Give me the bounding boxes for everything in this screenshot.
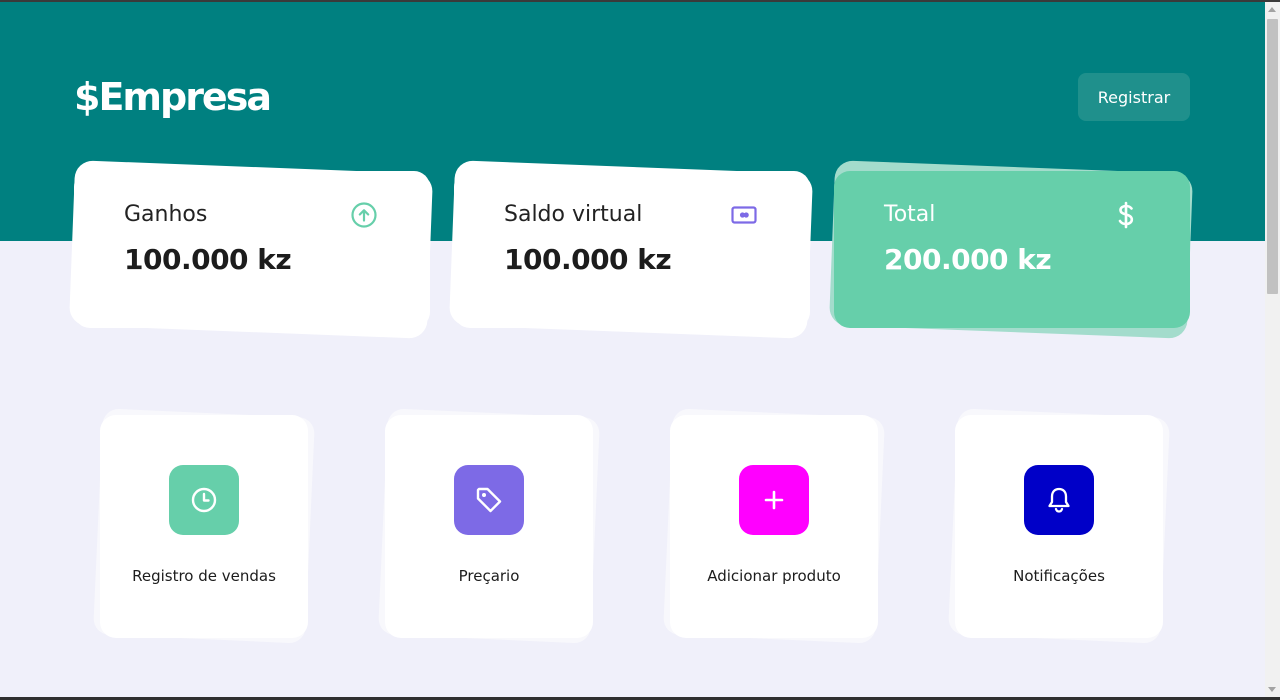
plus-icon xyxy=(739,465,809,535)
dollar-icon xyxy=(1113,201,1139,229)
tile-label: Adicionar produto xyxy=(707,567,841,585)
scrollbar-thumb[interactable] xyxy=(1267,19,1278,294)
scroll-down-arrow-icon[interactable] xyxy=(1268,687,1276,692)
tag-icon xyxy=(454,465,524,535)
register-button[interactable]: Registrar xyxy=(1078,73,1190,121)
card-title: Ganhos xyxy=(124,202,208,227)
sales-record-tile[interactable]: Registro de vendas xyxy=(92,408,316,644)
notifications-tile[interactable]: Notificações xyxy=(947,408,1171,644)
earnings-card: Ganhos 100.000 kz xyxy=(68,160,434,339)
card-title: Saldo virtual xyxy=(504,202,643,227)
tile-label: Preçario xyxy=(458,567,520,585)
tile-body[interactable]: Notificações xyxy=(955,415,1163,638)
clock-icon xyxy=(169,465,239,535)
tile-body[interactable]: Adicionar produto xyxy=(670,415,878,638)
tile-label: Registro de vendas xyxy=(132,567,276,585)
arrow-up-circle-icon xyxy=(351,202,377,228)
card-value: 100.000 kz xyxy=(124,243,292,276)
card-body: Total 200.000 kz xyxy=(834,171,1190,328)
card-value: 100.000 kz xyxy=(504,243,672,276)
virtual-balance-card: Saldo virtual 100.000 kz xyxy=(448,160,814,339)
tile-body[interactable]: Registro de vendas xyxy=(100,415,308,638)
total-card: Total 200.000 kz xyxy=(828,160,1194,339)
money-card-icon xyxy=(731,202,757,228)
tile-body[interactable]: Preçario xyxy=(385,415,593,638)
add-product-tile[interactable]: Adicionar produto xyxy=(662,408,886,644)
scroll-up-arrow-icon[interactable] xyxy=(1268,7,1276,12)
card-value: 200.000 kz xyxy=(884,243,1052,276)
bell-icon xyxy=(1024,465,1094,535)
vertical-scrollbar[interactable] xyxy=(1265,2,1280,697)
card-body: Ganhos 100.000 kz xyxy=(74,171,430,328)
card-body: Saldo virtual 100.000 kz xyxy=(454,171,810,328)
brand-logo[interactable]: $Empresa xyxy=(74,74,272,120)
tile-label: Notificações xyxy=(1013,567,1105,585)
pricing-tile[interactable]: Preçario xyxy=(377,408,601,644)
card-title: Total xyxy=(884,202,936,227)
